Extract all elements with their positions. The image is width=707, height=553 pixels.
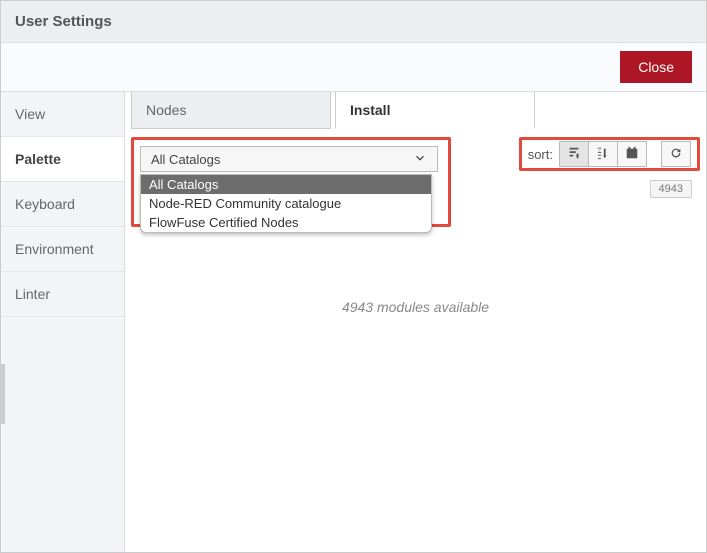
catalog-option-flowfuse[interactable]: FlowFuse Certified Nodes xyxy=(141,213,431,232)
sort-date-button[interactable] xyxy=(617,141,647,167)
sort-highlight: sort: xyxy=(519,137,700,171)
settings-sidebar: View Palette Keyboard Environment Linter xyxy=(1,92,125,552)
refresh-icon xyxy=(669,146,683,163)
sort-relevance-button[interactable] xyxy=(559,141,589,167)
chevron-down-icon xyxy=(413,151,427,168)
sort-amount-desc-icon xyxy=(567,146,581,163)
close-button[interactable]: Close xyxy=(620,51,692,83)
sidebar-item-environment[interactable]: Environment xyxy=(1,227,124,272)
scrollbar-indicator xyxy=(1,364,5,424)
sidebar-item-linter[interactable]: Linter xyxy=(1,272,124,317)
tab-nodes[interactable]: Nodes xyxy=(131,92,331,129)
sidebar-item-palette[interactable]: Palette xyxy=(1,137,124,182)
modules-available-text: 4943 modules available xyxy=(125,299,706,315)
sort-alpha-icon xyxy=(596,146,610,163)
catalog-option-community[interactable]: Node-RED Community catalogue xyxy=(141,194,431,213)
sidebar-item-keyboard[interactable]: Keyboard xyxy=(1,182,124,227)
sidebar-item-view[interactable]: View xyxy=(1,92,124,137)
tab-install[interactable]: Install xyxy=(335,92,535,129)
main-panel: Nodes Install All Catalogs All Catalogs … xyxy=(125,92,706,552)
catalog-dropdown: All Catalogs Node-RED Community catalogu… xyxy=(140,174,432,233)
catalog-option-all[interactable]: All Catalogs xyxy=(141,175,431,194)
catalog-highlight: All Catalogs All Catalogs Node-RED Commu… xyxy=(131,137,451,227)
dialog-title: User Settings xyxy=(1,1,706,43)
catalog-select[interactable]: All Catalogs xyxy=(140,146,438,172)
sort-az-button[interactable] xyxy=(588,141,618,167)
calendar-icon xyxy=(625,146,639,163)
catalog-selected-label: All Catalogs xyxy=(151,152,220,167)
sort-label: sort: xyxy=(528,147,553,162)
refresh-button[interactable] xyxy=(661,141,691,167)
module-count-badge: 4943 xyxy=(650,180,692,198)
